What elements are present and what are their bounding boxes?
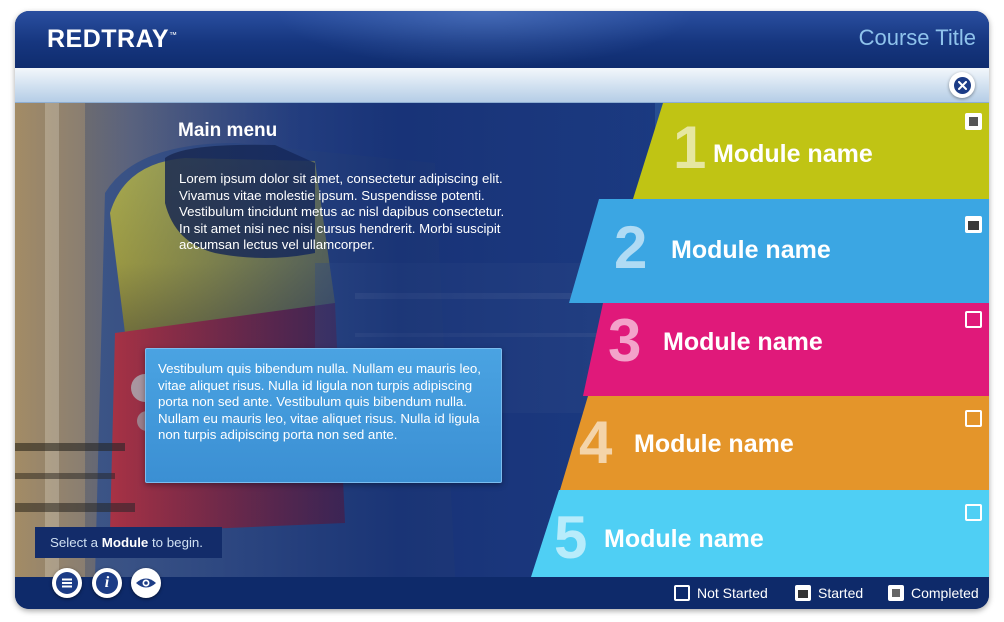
module-label: Module name <box>634 430 794 458</box>
brand-tm: ™ <box>169 30 178 40</box>
legend-box-started <box>795 585 811 601</box>
footer-bar: i Not Started Started Completed <box>15 568 989 609</box>
close-button[interactable] <box>949 72 975 98</box>
module-number: 2 <box>614 214 648 281</box>
content-area: Main menu Lorem ipsum dolor sit amet, co… <box>15 103 989 577</box>
info-icon: i <box>96 572 118 594</box>
module-number: 3 <box>608 307 642 374</box>
legend-not-started: Not Started <box>674 577 768 609</box>
legend-label-not-started: Not Started <box>697 585 768 601</box>
legend-box-completed <box>888 585 904 601</box>
legend-label-started: Started <box>818 585 864 601</box>
menu-button[interactable] <box>52 568 82 598</box>
legend-box-not-started <box>674 585 690 601</box>
header-bar: REDTRAY™ Course Title <box>15 11 989 68</box>
intro-text: Lorem ipsum dolor sit amet, consectetur … <box>179 171 505 252</box>
info-button[interactable]: i <box>92 568 122 598</box>
module-3[interactable]: 3 Module name <box>583 303 989 396</box>
module-label: Module name <box>713 140 873 168</box>
module-number: 5 <box>554 504 588 571</box>
module-2[interactable]: 2 Module name <box>569 199 989 303</box>
status-checkbox <box>965 216 982 233</box>
status-checkbox <box>965 311 982 328</box>
info-text: Vestibulum quis bibendum nulla. Nullam e… <box>158 361 481 443</box>
status-checkbox <box>965 113 982 130</box>
module-label: Module name <box>663 328 823 356</box>
select-module-prompt: Select a Module to begin. <box>35 527 222 558</box>
prompt-text-bold: Module <box>101 535 149 550</box>
module-number: 1 <box>673 114 707 181</box>
course-title: Course Title <box>858 25 976 50</box>
view-button[interactable] <box>131 568 161 598</box>
module-number: 4 <box>579 409 613 476</box>
legend-completed: Completed <box>888 577 979 609</box>
legend-label-completed: Completed <box>911 585 979 601</box>
prompt-text-pre: Select a <box>50 535 102 550</box>
module-label: Module name <box>671 236 831 264</box>
module-5[interactable]: 5 Module name <box>531 490 989 577</box>
status-checkbox <box>965 410 982 427</box>
close-icon <box>953 76 971 94</box>
brand-logo: REDTRAY™ <box>47 25 178 54</box>
brand-text: REDTRAY <box>47 25 170 53</box>
module-4[interactable]: 4 Module name <box>560 396 989 490</box>
eye-icon <box>135 572 157 594</box>
module-1[interactable]: 1 Module name <box>633 103 989 199</box>
toolbar <box>15 68 989 103</box>
info-box: Vestibulum quis bibendum nulla. Nullam e… <box>145 348 502 483</box>
module-label: Module name <box>604 525 764 553</box>
page-title: Main menu <box>178 120 278 141</box>
course-window: REDTRAY™ Course Title Main menu Lorem ip… <box>15 11 989 609</box>
status-checkbox <box>965 504 982 521</box>
menu-icon <box>56 572 78 594</box>
legend-started: Started <box>795 577 863 609</box>
prompt-text-post: to begin. <box>148 535 204 550</box>
header-glow <box>275 11 695 68</box>
